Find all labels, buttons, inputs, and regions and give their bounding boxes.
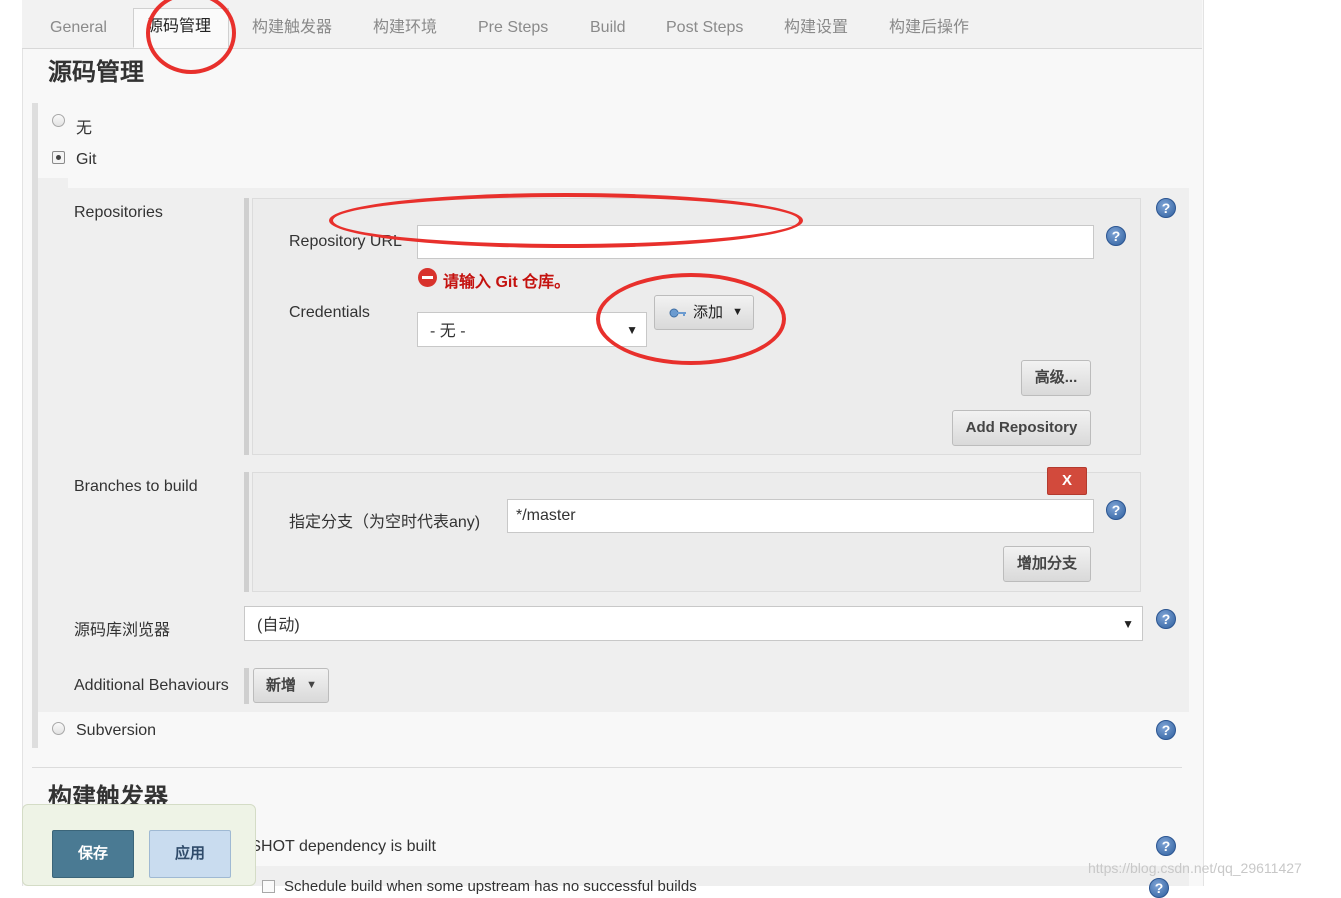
delete-branch-button[interactable]: X bbox=[1047, 467, 1087, 495]
repositories-stripe bbox=[244, 198, 249, 455]
tab-build-triggers[interactable]: 构建触发器 bbox=[252, 10, 332, 48]
watermark: https://blog.csdn.net/qq_29611427 bbox=[1088, 860, 1302, 876]
tab-post-steps[interactable]: Post Steps bbox=[666, 10, 743, 48]
tab-scm[interactable]: 源码管理 bbox=[133, 8, 229, 48]
behaviours-stripe bbox=[244, 668, 249, 704]
apply-button[interactable]: 应用 bbox=[149, 830, 231, 878]
repo-browser-value: (自动) bbox=[257, 617, 300, 634]
svn-help-icon[interactable]: ? bbox=[1156, 720, 1176, 740]
repo-browser-help-icon[interactable]: ? bbox=[1156, 609, 1176, 629]
repository-url-input[interactable] bbox=[417, 225, 1094, 259]
repo-browser-label: 源码库浏览器 bbox=[74, 622, 171, 639]
repository-url-help-icon[interactable]: ? bbox=[1106, 226, 1126, 246]
key-icon bbox=[669, 308, 686, 318]
section-divider bbox=[32, 767, 1182, 768]
scm-section-title: 源码管理 bbox=[48, 59, 144, 86]
add-behaviour-button[interactable]: 新增 ▼ bbox=[253, 668, 329, 703]
credentials-dropdown-icon: ▼ bbox=[626, 323, 638, 337]
add-credentials-label: 添加 bbox=[693, 304, 724, 321]
repo-browser-dropdown-icon: ▼ bbox=[1122, 617, 1134, 631]
scm-none-label: 无 bbox=[76, 120, 93, 137]
scm-svn-label: Subversion bbox=[76, 722, 157, 739]
branch-spec-label: 指定分支（为空时代表any) bbox=[289, 514, 481, 531]
repository-url-error: 请输入 Git 仓库。 bbox=[443, 274, 571, 291]
repositories-label: Repositories bbox=[74, 204, 163, 221]
repositories-help-icon[interactable]: ? bbox=[1156, 198, 1176, 218]
git-indent bbox=[38, 178, 68, 712]
tab-build-settings[interactable]: 构建设置 bbox=[784, 10, 848, 48]
trigger-snapshot-label: APSHOT dependency is built bbox=[229, 838, 436, 855]
tab-post-build[interactable]: 构建后操作 bbox=[889, 10, 969, 48]
add-behaviour-label: 新增 bbox=[266, 677, 297, 694]
add-branch-button[interactable]: 增加分支 bbox=[1003, 546, 1091, 582]
repo-browser-select[interactable]: (自动) ▼ bbox=[244, 606, 1143, 641]
tab-pre-steps[interactable]: Pre Steps bbox=[478, 10, 548, 48]
branch-spec-help-icon[interactable]: ? bbox=[1106, 500, 1126, 520]
branches-label: Branches to build bbox=[74, 478, 198, 495]
error-icon bbox=[418, 268, 437, 287]
scm-git-radio[interactable] bbox=[52, 151, 65, 164]
additional-behaviours-label: Additional Behaviours bbox=[74, 677, 229, 694]
repository-url-label: Repository URL bbox=[289, 233, 402, 250]
add-credentials-button[interactable]: 添加 ▼ bbox=[654, 295, 754, 330]
trigger-upstream-help-icon[interactable]: ? bbox=[1149, 878, 1169, 898]
tab-general[interactable]: General bbox=[50, 10, 107, 48]
credentials-select[interactable]: - 无 - ▼ bbox=[417, 312, 647, 347]
add-credentials-dropdown-icon: ▼ bbox=[732, 306, 743, 318]
scm-none-radio[interactable] bbox=[52, 114, 65, 127]
trigger-upstream-label: Schedule build when some upstream has no… bbox=[284, 878, 697, 895]
trigger-upstream-checkbox[interactable] bbox=[262, 880, 275, 893]
credentials-value: - 无 - bbox=[430, 323, 466, 340]
branches-stripe bbox=[244, 472, 249, 592]
scm-git-label: Git bbox=[76, 151, 97, 168]
add-repository-button[interactable]: Add Repository bbox=[952, 410, 1091, 446]
credentials-label: Credentials bbox=[289, 304, 370, 321]
tab-build[interactable]: Build bbox=[590, 10, 626, 48]
trigger-snapshot-help-icon[interactable]: ? bbox=[1156, 836, 1176, 856]
save-button[interactable]: 保存 bbox=[52, 830, 134, 878]
advanced-button[interactable]: 高级... bbox=[1021, 360, 1091, 396]
add-behaviour-dropdown-icon: ▼ bbox=[306, 679, 317, 691]
tab-build-env[interactable]: 构建环境 bbox=[373, 10, 437, 48]
branch-spec-input[interactable] bbox=[507, 499, 1094, 533]
scm-svn-radio[interactable] bbox=[52, 722, 65, 735]
